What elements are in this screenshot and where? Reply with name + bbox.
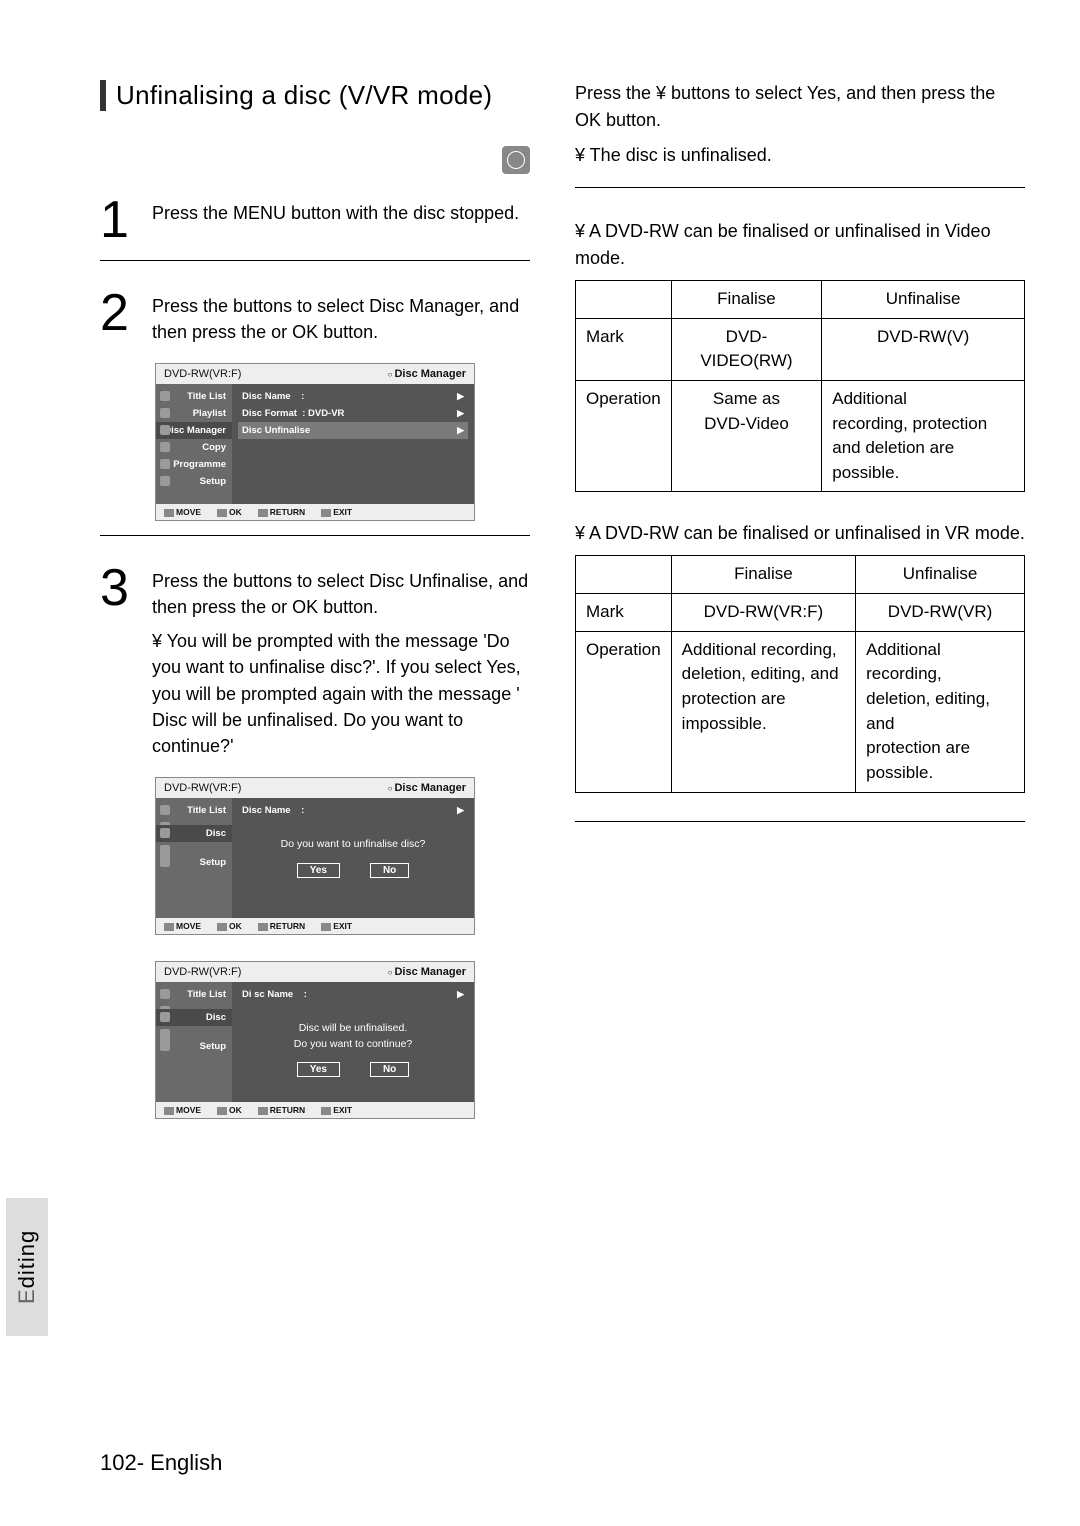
chevron-right-icon: ▶ bbox=[457, 408, 464, 419]
osd-side-item: Title List bbox=[187, 989, 226, 1000]
yes-button[interactable]: Yes bbox=[297, 1062, 340, 1077]
osd-confirm-continue: DVD-RW(VR:F) ○Disc Manager Title List Di… bbox=[155, 961, 475, 1119]
osd-side-item: Title List bbox=[187, 391, 226, 402]
osd-row-label: Disc Name bbox=[242, 805, 291, 816]
osd-side-item: Disc bbox=[206, 828, 226, 839]
step-1: 1 Press the MENU button with the disc st… bbox=[100, 194, 530, 246]
result-text: ¥ The disc is unfinalised. bbox=[575, 142, 1025, 169]
no-button[interactable]: No bbox=[370, 1062, 409, 1077]
osd-title-left: DVD-RW(VR:F) bbox=[164, 368, 241, 380]
osd-disc-manager-menu: DVD-RW(VR:F) ○Disc Manager Title List Pl… bbox=[155, 363, 475, 521]
osd-side-item: Playlist bbox=[193, 408, 226, 419]
osd-side-item: Copy bbox=[202, 442, 226, 453]
note-text: ¥ A DVD-RW can be finalised or unfinalis… bbox=[575, 520, 1025, 547]
vr-mode-table: Finalise Unfinalise Mark DVD-RW(VR:F) DV… bbox=[575, 555, 1025, 792]
osd-side-item: Disc bbox=[206, 1012, 226, 1023]
osd-prompt: Do you want to continue? bbox=[246, 1037, 460, 1053]
osd-row-label: Disc Format bbox=[242, 408, 297, 419]
osd-side-item: Setup bbox=[200, 476, 226, 487]
osd-title-right: Disc Manager bbox=[394, 966, 466, 978]
step-number: 2 bbox=[100, 287, 138, 345]
osd-title-left: DVD-RW(VR:F) bbox=[164, 966, 241, 978]
osd-title-right: Disc Manager bbox=[394, 368, 466, 380]
instruction-text: Press the ¥ buttons to select Yes, and t… bbox=[575, 80, 1025, 134]
chevron-right-icon: ▶ bbox=[457, 425, 464, 436]
osd-confirm-unfinalise: DVD-RW(VR:F) ○Disc Manager Title List Di… bbox=[155, 777, 475, 935]
yes-button[interactable]: Yes bbox=[297, 863, 340, 878]
chevron-right-icon: ▶ bbox=[457, 391, 464, 402]
dvd-rw-badge-icon bbox=[502, 146, 530, 174]
osd-prompt: Disc will be unfinalised. bbox=[246, 1021, 460, 1037]
osd-row-label: Di sc Name bbox=[242, 989, 293, 1000]
osd-side-item: Setup bbox=[200, 857, 226, 868]
osd-sidebar: Title List Playlist Disc Manager Copy Pr… bbox=[156, 384, 232, 504]
step-number: 3 bbox=[100, 562, 138, 759]
divider bbox=[575, 821, 1025, 822]
osd-prompt: Do you want to unfinalise disc? bbox=[238, 819, 468, 863]
osd-side-item: Setup bbox=[200, 1041, 226, 1052]
divider bbox=[100, 535, 530, 536]
osd-footer: MOVE OK RETURN EXIT bbox=[156, 504, 474, 520]
osd-row-label: Disc Name bbox=[242, 391, 291, 402]
video-mode-table: Finalise Unfinalise Mark DVD-VIDEO(RW) D… bbox=[575, 280, 1025, 492]
note-text: ¥ A DVD-RW can be finalised or unfinalis… bbox=[575, 218, 1025, 272]
divider bbox=[575, 187, 1025, 188]
step-text: Press the MENU button with the disc stop… bbox=[152, 194, 530, 246]
section-title: Unfinalising a disc (V/VR mode) bbox=[100, 80, 530, 111]
osd-title-left: DVD-RW(VR:F) bbox=[164, 782, 241, 794]
osd-side-item: Disc Manager bbox=[164, 425, 226, 436]
step-text: Press the buttons to select Disc Manager… bbox=[152, 287, 530, 345]
step-text: Press the buttons to select Disc Unfinal… bbox=[152, 568, 530, 620]
chevron-right-icon: ▶ bbox=[457, 805, 464, 816]
step-number: 1 bbox=[100, 194, 138, 246]
osd-titlebar: DVD-RW(VR:F) ○Disc Manager bbox=[156, 364, 474, 384]
osd-side-item: Programme bbox=[173, 459, 226, 470]
divider bbox=[100, 260, 530, 261]
step-bullet: ¥ You will be prompted with the message … bbox=[152, 628, 530, 758]
chevron-right-icon: ▶ bbox=[457, 989, 464, 1000]
osd-side-item: Title List bbox=[187, 805, 226, 816]
section-tab: Editing bbox=[6, 1198, 48, 1336]
step-2: 2 Press the buttons to select Disc Manag… bbox=[100, 287, 530, 345]
no-button[interactable]: No bbox=[370, 863, 409, 878]
osd-row-label: Disc Unfinalise bbox=[242, 425, 310, 436]
osd-title-right: Disc Manager bbox=[394, 782, 466, 794]
page-footer: 102- English bbox=[100, 1450, 222, 1476]
step-3: 3 Press the buttons to select Disc Unfin… bbox=[100, 562, 530, 759]
